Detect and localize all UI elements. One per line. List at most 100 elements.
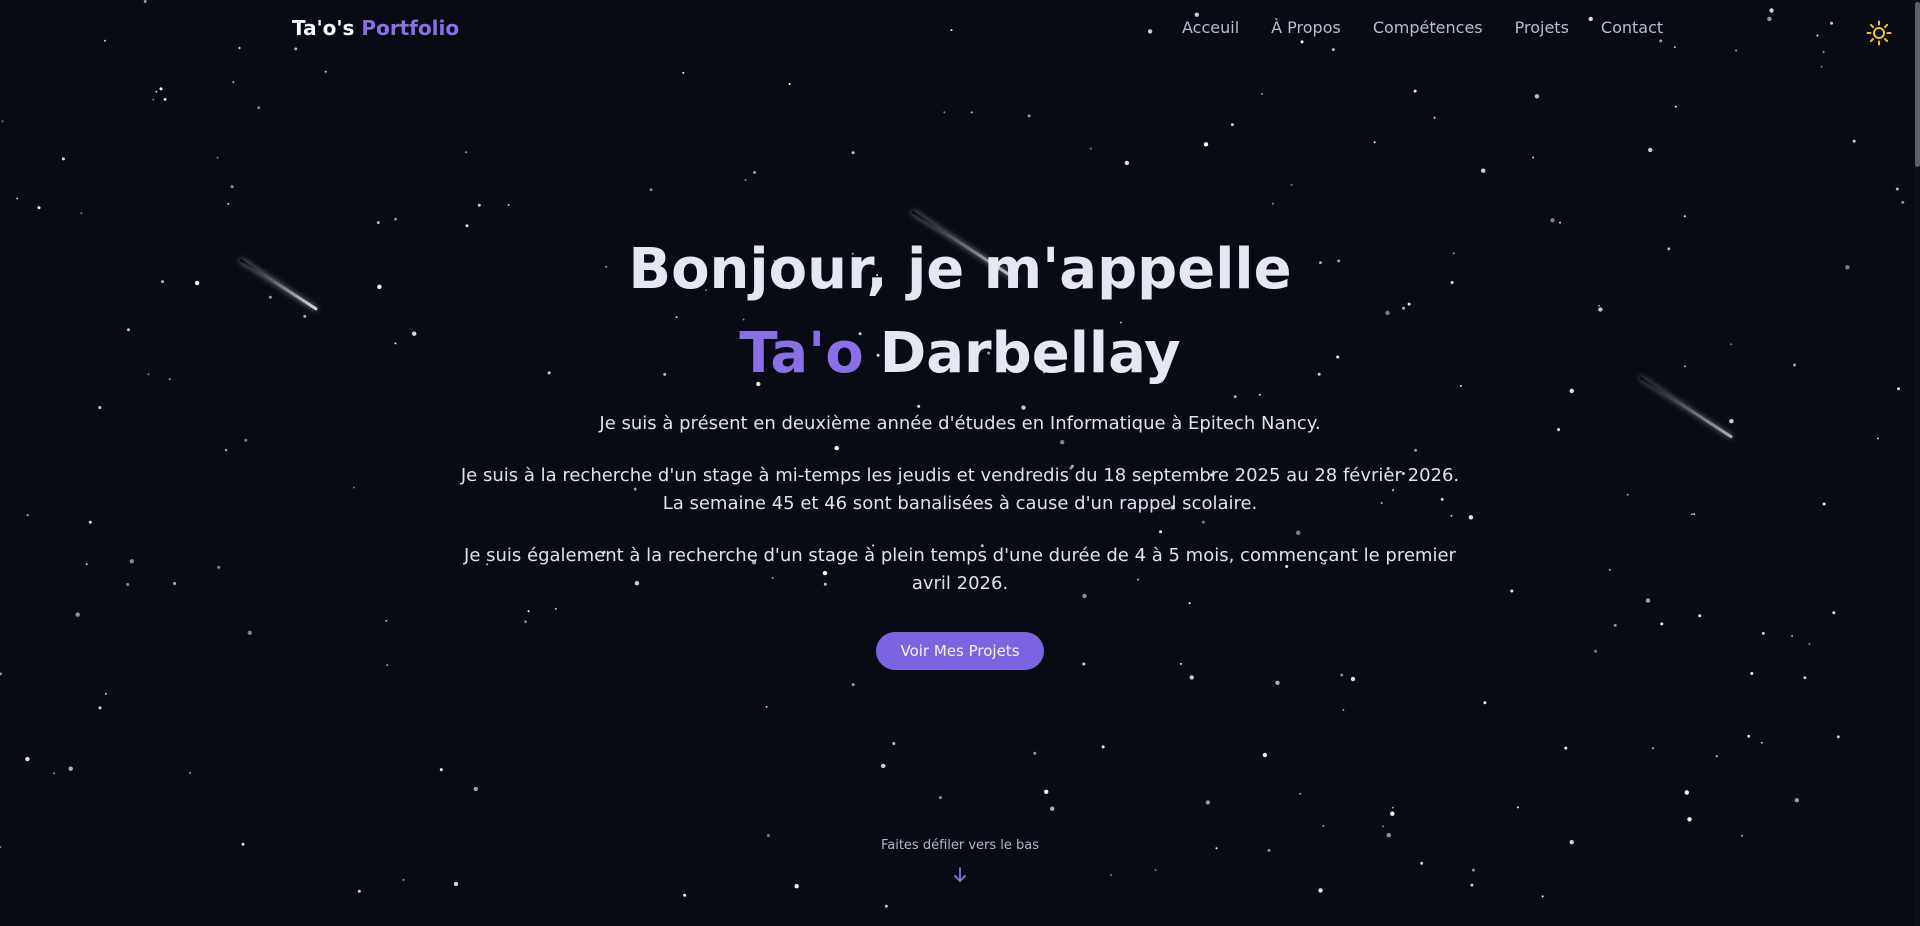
star [1564, 746, 1568, 750]
star [439, 768, 443, 772]
star [1471, 868, 1475, 872]
star [0, 846, 2, 849]
star [765, 705, 768, 708]
star [1687, 817, 1692, 822]
star [1089, 147, 1092, 150]
star [1124, 160, 1130, 166]
hero-name: Ta'o Darbellay [460, 312, 1460, 396]
star [1516, 806, 1519, 809]
nav-link-competences[interactable]: Compétences [1373, 18, 1483, 37]
star [1715, 755, 1718, 758]
star [1667, 247, 1671, 251]
arrow-down-icon[interactable] [952, 866, 968, 884]
star [1876, 437, 1879, 440]
star [1794, 798, 1800, 803]
star [104, 692, 107, 695]
star [216, 156, 219, 159]
star [1459, 385, 1462, 387]
star [970, 111, 973, 114]
star [357, 889, 361, 893]
star [1598, 307, 1603, 312]
star [1791, 635, 1794, 637]
nav-link-acceuil[interactable]: Acceuil [1182, 18, 1239, 37]
star [1299, 792, 1302, 795]
star [1690, 513, 1693, 516]
star [173, 582, 177, 585]
sun-icon[interactable] [1866, 20, 1892, 46]
star [129, 559, 134, 564]
star [402, 878, 405, 881]
internship-full-time-paragraph: Je suis également à la recherche d'un st… [464, 545, 1456, 594]
star [1895, 187, 1899, 191]
star [68, 766, 73, 771]
star [851, 683, 855, 687]
star [244, 438, 248, 442]
star [1832, 611, 1836, 615]
star [1897, 387, 1900, 391]
star [163, 97, 167, 101]
scrollbar-thumb[interactable] [1915, 2, 1920, 167]
star [324, 70, 327, 73]
star [147, 373, 150, 376]
star [753, 171, 757, 174]
star [1684, 790, 1690, 795]
star [1747, 734, 1751, 738]
star [766, 834, 770, 837]
star [257, 106, 261, 110]
star [217, 565, 221, 569]
star [1803, 676, 1807, 680]
star [881, 763, 886, 769]
star [1598, 304, 1600, 307]
star [1483, 701, 1487, 705]
star [1342, 708, 1345, 711]
nav-link-a-propos[interactable]: À Propos [1271, 18, 1341, 37]
star [851, 151, 855, 155]
top-navbar: Ta'o's Portfolio Acceuil À Propos Compét… [0, 0, 1920, 58]
star [477, 203, 481, 207]
star [53, 772, 56, 775]
star [1820, 65, 1823, 68]
hero-first-name: Ta'o [739, 321, 864, 386]
star [386, 664, 389, 667]
star [25, 756, 30, 762]
star [1420, 861, 1424, 865]
star [1390, 811, 1395, 816]
star [268, 295, 272, 299]
star [61, 157, 65, 161]
star [394, 342, 397, 345]
star [1793, 363, 1797, 367]
star [649, 188, 653, 192]
view-projects-button[interactable]: Voir Mes Projets [876, 632, 1044, 670]
star [241, 842, 245, 846]
nav-link-contact[interactable]: Contact [1601, 18, 1663, 37]
star [1322, 825, 1325, 827]
nav-link-projets[interactable]: Projets [1515, 18, 1569, 37]
portfolio-page: Ta'o's Portfolio Acceuil À Propos Compét… [0, 0, 1920, 926]
star [1318, 888, 1323, 893]
star [1203, 142, 1209, 147]
star [473, 786, 478, 792]
star [1381, 825, 1384, 828]
intro-paragraph: Je suis à présent en deuxième année d'ét… [599, 413, 1321, 434]
star [1613, 623, 1617, 627]
star [1730, 343, 1733, 346]
star [1645, 598, 1651, 603]
star [943, 111, 946, 114]
star [85, 563, 88, 566]
star [788, 83, 791, 85]
star [225, 449, 228, 452]
star [1608, 568, 1611, 571]
star [80, 212, 83, 215]
scrollbar-track[interactable] [1914, 0, 1920, 926]
star [377, 284, 382, 289]
star [1740, 834, 1743, 837]
star [1027, 114, 1031, 118]
star [1189, 675, 1194, 680]
star [161, 280, 164, 284]
star [1569, 840, 1574, 845]
star [1391, 806, 1394, 809]
star [1674, 105, 1677, 108]
star [1261, 92, 1264, 95]
scroll-hint: Faites défiler vers le bas [880, 838, 1040, 853]
brand-logo[interactable]: Ta'o's Portfolio [292, 16, 459, 40]
